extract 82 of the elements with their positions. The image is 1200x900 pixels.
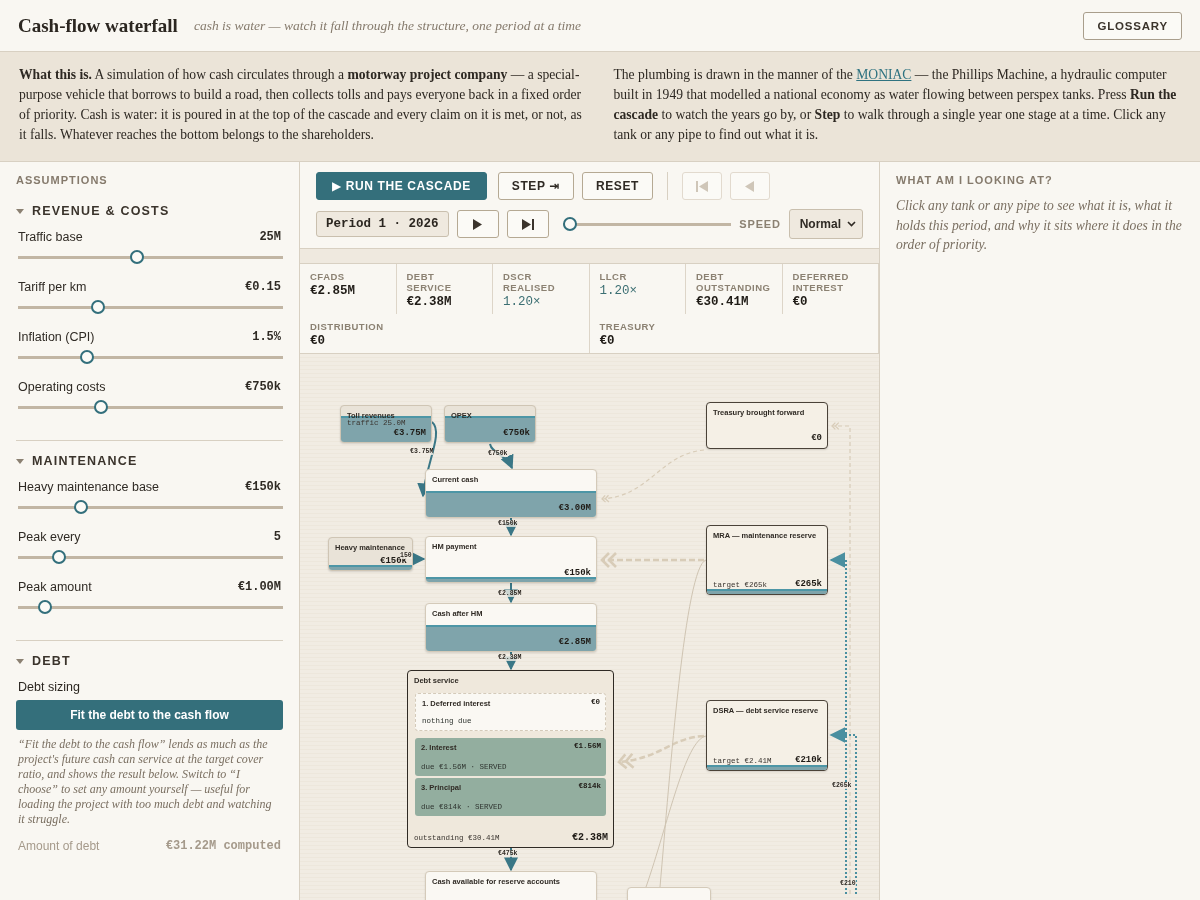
caret-icon[interactable]	[16, 457, 24, 465]
chevron-icon	[847, 221, 856, 227]
metric-value: 1.20×	[503, 295, 542, 309]
help-text: “Fit the debt to the cash flow” lends as much as the project's future cash can service at the target cover ratio, and shows the result below. Switch to “I choose” to set any amount yourself — useful for loading the project with too much debt and watching it struggle.	[18, 737, 273, 827]
slider-thumb[interactable]	[130, 250, 145, 264]
section-title[interactable]: REVENUE & COSTS	[32, 204, 170, 218]
slider-label: Inflation (CPI)	[18, 330, 95, 344]
metric-value: €0	[599, 334, 616, 348]
metric-label: DSCR REALISED	[503, 271, 557, 293]
slider-thumb[interactable]	[37, 600, 52, 614]
panel-title: WHAT AM I LOOKING AT?	[896, 174, 1054, 186]
speed-label: SPEED	[739, 218, 781, 230]
caret-icon[interactable]	[16, 207, 24, 215]
tank-value: €2.38M	[572, 832, 608, 843]
metric-label: DEBT OUTSTANDING	[696, 271, 772, 293]
tank-value: €2.85M	[558, 637, 591, 647]
slider-thumb[interactable]	[73, 500, 88, 514]
section-title[interactable]: DEBT	[32, 654, 71, 668]
metric-value: €2.85M	[310, 284, 356, 298]
metric-label: CFADS	[310, 271, 346, 282]
back-icon	[745, 180, 755, 192]
slider-value: €750k	[245, 380, 281, 394]
panel-title: ASSUMPTIONS	[16, 174, 109, 186]
slider-value: €1.00M	[237, 580, 281, 594]
skip-forward-icon	[521, 218, 534, 230]
metric-label: LLCR	[599, 271, 628, 282]
skip-back-icon	[695, 180, 708, 192]
icon-button[interactable]	[456, 210, 499, 238]
tank-value: €210k	[795, 755, 822, 765]
metric-value: €0	[792, 295, 809, 309]
toolbar-button[interactable]: STEP ⇥	[497, 172, 574, 200]
toolbar-button[interactable]: RESET	[581, 172, 653, 200]
metric-value: €2.38M	[406, 295, 453, 309]
amount-value: €31.22M computed	[165, 839, 281, 853]
slider-value: 5	[273, 530, 281, 544]
slider-value: 1.5%	[252, 330, 281, 344]
tank-value: €0	[811, 433, 822, 443]
metric-label: DEBT SERVICE	[406, 271, 453, 293]
slider-thumb[interactable]	[562, 217, 577, 231]
slider-label: Peak amount	[18, 580, 92, 594]
slider-label: Heavy maintenance base	[18, 480, 160, 494]
slider-thumb[interactable]	[79, 350, 94, 364]
metric-label: DISTRIBUTION	[310, 321, 385, 332]
slider-thumb[interactable]	[90, 300, 105, 314]
glossary-button[interactable]: GLOSSARY	[1083, 11, 1182, 40]
metric-value: 1.20×	[599, 284, 638, 298]
page-title: Cash-flow waterfall	[18, 14, 178, 37]
run-button[interactable]: ▶ RUN THE CASCADE	[316, 172, 487, 200]
page-subtitle: cash is water — watch it fall through the structure, one period at a time	[193, 17, 582, 34]
slider-label: Operating costs	[18, 380, 106, 394]
tank-value: €3.75M	[393, 428, 426, 438]
moniac-link[interactable]: MONIAC	[856, 67, 912, 82]
field-label: Amount of debt	[18, 839, 100, 853]
tank-value: €150k	[564, 568, 591, 578]
metric-value: €30.41M	[696, 295, 750, 309]
slider-value: €0.15	[245, 280, 281, 294]
slider-label: Traffic base	[18, 230, 83, 244]
tank-value: €265k	[795, 579, 822, 589]
slider-thumb[interactable]	[94, 400, 109, 414]
caret-icon[interactable]	[16, 657, 24, 665]
section-title[interactable]: MAINTENANCE	[32, 454, 138, 468]
period-badge: Period 1 · 2026	[316, 211, 449, 237]
slider-value: €150k	[245, 480, 281, 494]
pipe[interactable]	[489, 443, 513, 470]
slider-label: Tariff per km	[18, 280, 87, 294]
fit-debt-button[interactable]: Fit the debt to the cash flow	[16, 700, 283, 730]
field-label: Debt sizing	[18, 680, 81, 694]
intro-paragraph: What this is. A simulation of how cash circulates through a motorway project company — a special-purpose vehicle that borrows to build a road, then collects tolls and pays everyone back in a fixed order of priority. Cash is water: it is poured in at the top of the cascade and every claim on it is met, or not, as it falls. Whatever reaches the bottom belongs to the shareholders.	[19, 66, 583, 144]
tank-value: €750k	[503, 428, 530, 438]
intro-paragraph: The plumbing is drawn in the manner of the MONIAC — the Phillips Machine, a hydraulic computer built in 1949 that modelled a national economy as water flowing between perspex tanks. Press Run the cascade to watch the years go by, or Step to walk through a single year one stage at a time. Click any tank or any pipe to find out what it is.	[613, 66, 1178, 144]
slider-label: Peak every	[18, 530, 81, 544]
tank-value: €3.00M	[558, 503, 591, 513]
slider-value: 25M	[259, 230, 281, 244]
metric-label: DEFERRED INTEREST	[792, 271, 850, 293]
slider-thumb[interactable]	[52, 550, 67, 564]
tank-value: €150k	[380, 556, 407, 566]
metric-value: €0	[310, 334, 326, 348]
icon-button[interactable]	[506, 210, 549, 238]
info-text: Click any tank or any pipe to see what it is, what it holds this period, and why it sits where it does in the order of priority.	[896, 197, 1183, 254]
speed-select[interactable]: Normal	[788, 209, 863, 239]
metric-label: TREASURY	[599, 321, 657, 332]
play-icon	[473, 218, 483, 230]
